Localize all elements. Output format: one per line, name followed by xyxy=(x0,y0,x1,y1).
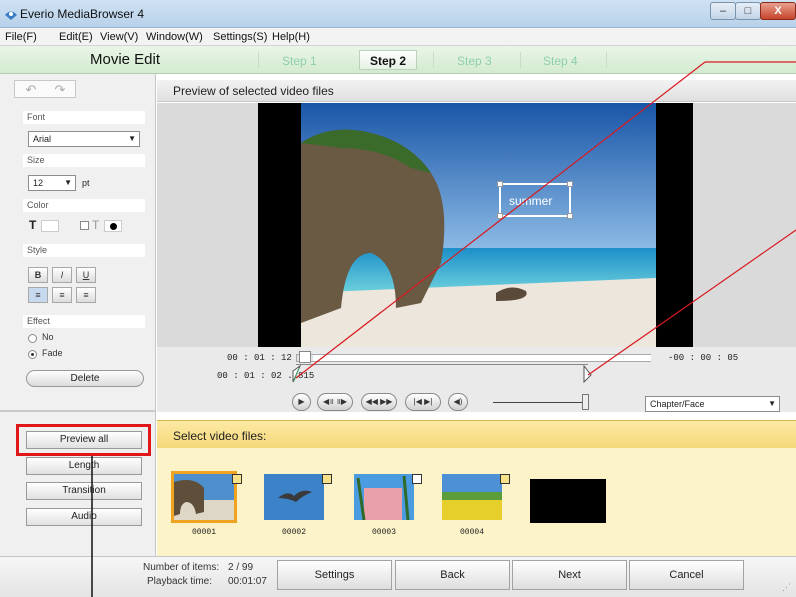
annotation-lines xyxy=(91,61,796,597)
